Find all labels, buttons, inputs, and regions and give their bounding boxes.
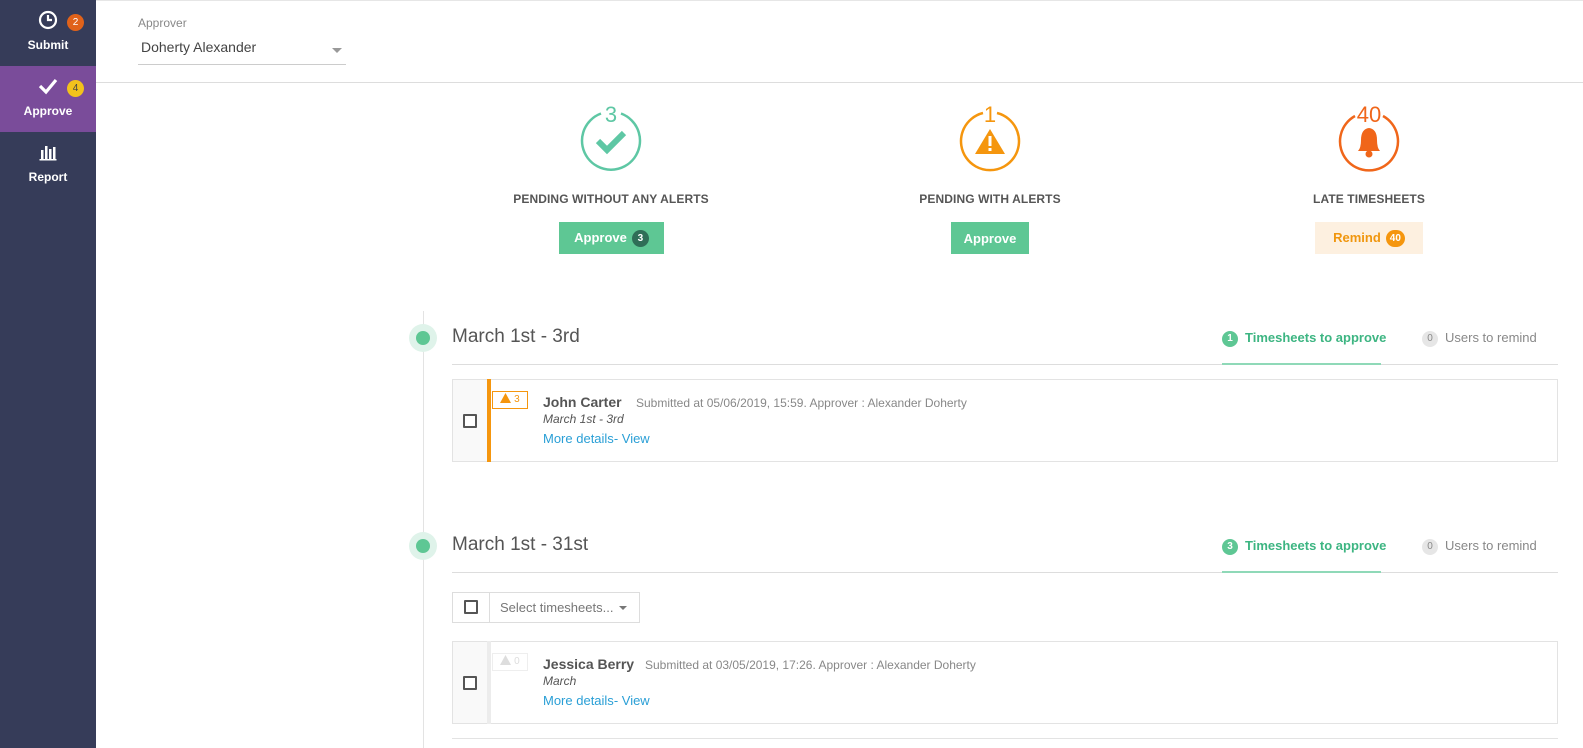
check-icon [38, 78, 58, 95]
approve-count-pill: 3 [631, 229, 649, 247]
late-title: LATE TIMESHEETS [1313, 192, 1425, 206]
approve-alerts-button[interactable]: Approve [951, 222, 1029, 254]
timesheet-period: March 1st - 3rd [543, 412, 624, 426]
alert-bar [487, 641, 491, 724]
alert-bar [487, 379, 491, 462]
select-timesheets-dropdown[interactable]: Select timesheets... [500, 600, 613, 615]
chevron-down-icon [332, 48, 342, 53]
tab-label: Timesheets to approve [1245, 538, 1387, 553]
row-check-column [453, 380, 488, 461]
pending-alerts-title: PENDING WITH ALERTS [919, 192, 1061, 206]
pending-no-alerts-count: 3 [604, 102, 618, 127]
row-checkbox[interactable] [463, 676, 477, 690]
alert-count: 3 [514, 394, 520, 405]
remind-count-pill: 40 [1385, 229, 1405, 247]
approve-all-button[interactable]: Approve 3 [559, 222, 664, 254]
approve-button-label: Approve [963, 230, 1017, 246]
approver-value: Doherty Alexander [141, 39, 257, 55]
row-links: More details- View [543, 431, 650, 446]
tab-count: 1 [1222, 331, 1238, 347]
sidebar-item-label: Approve [23, 104, 73, 118]
remind-button-label: Remind [1333, 229, 1381, 245]
row-links: More details- View [543, 693, 650, 708]
bulk-check-area [453, 593, 490, 622]
active-tab-underline [1222, 571, 1381, 573]
header: Approver Doherty Alexander [96, 0, 1583, 83]
tab-users-to-remind[interactable]: 0 Users to remind [1422, 538, 1537, 555]
sidebar-item-label: Submit [27, 38, 69, 52]
late-count: 40 [1356, 102, 1382, 127]
tab-users-to-remind[interactable]: 0 Users to remind [1422, 330, 1537, 347]
tab-timesheets-to-approve[interactable]: 1 Timesheets to approve [1222, 330, 1386, 347]
warning-icon [500, 655, 512, 665]
submission-meta: Submitted at 03/05/2019, 17:26. Approver… [645, 658, 976, 672]
employee-name: John Carter [543, 394, 622, 410]
tab-count: 0 [1422, 331, 1438, 347]
sidebar: 2 Submit 4 Approve Report [0, 0, 96, 748]
approve-badge: 4 [67, 80, 84, 97]
sidebar-item-approve[interactable]: 4 Approve [0, 66, 96, 132]
approver-label: Approver [138, 16, 187, 30]
period-title: March 1st - 31st [452, 534, 589, 555]
alert-badge: 0 [492, 653, 528, 671]
row-check-column [453, 642, 488, 723]
bulk-select: Select timesheets... [452, 592, 640, 623]
next-row-edge [452, 738, 1558, 748]
period-title: March 1st - 3rd [452, 326, 580, 347]
more-details-link[interactable]: More details [543, 693, 614, 708]
tab-count: 3 [1222, 539, 1238, 555]
chevron-down-icon [619, 606, 627, 610]
employee-name: Jessica Berry [543, 656, 635, 672]
submit-badge: 2 [67, 14, 84, 31]
bar-chart-icon [39, 146, 57, 161]
timesheet-row: 0 Jessica Berry Submitted at 03/05/2019,… [452, 641, 1558, 724]
tab-count: 0 [1422, 539, 1438, 555]
timeline-dot [409, 532, 437, 560]
more-details-link[interactable]: More details [543, 431, 614, 446]
select-all-checkbox[interactable] [464, 600, 478, 614]
tab-label: Users to remind [1445, 330, 1537, 345]
timesheet-period: March [543, 674, 577, 688]
divider [452, 364, 1558, 365]
pending-no-alerts-title: PENDING WITHOUT ANY ALERTS [513, 192, 709, 206]
approve-button-label: Approve [574, 229, 627, 245]
sidebar-item-submit[interactable]: 2 Submit [0, 0, 96, 66]
active-tab-underline [1222, 363, 1381, 365]
alert-badge: 3 [492, 391, 528, 409]
warning-icon [500, 393, 512, 403]
tab-label: Timesheets to approve [1245, 330, 1387, 345]
view-link[interactable]: - View [614, 693, 650, 708]
timesheet-row: 3 John Carter Submitted at 05/06/2019, 1… [452, 379, 1558, 462]
pending-alerts-count: 1 [983, 102, 997, 127]
remind-button[interactable]: Remind 40 [1315, 222, 1423, 254]
sidebar-item-report[interactable]: Report [0, 132, 96, 198]
submission-meta: Submitted at 05/06/2019, 15:59. Approver… [636, 396, 967, 410]
sidebar-item-label: Report [28, 170, 68, 184]
approver-select[interactable]: Doherty Alexander [138, 39, 346, 65]
tab-label: Users to remind [1445, 538, 1537, 553]
row-checkbox[interactable] [463, 414, 477, 428]
divider [452, 572, 1558, 573]
timeline-dot [409, 324, 437, 352]
timeline-line [423, 311, 424, 748]
view-link[interactable]: - View [614, 431, 650, 446]
alert-count: 0 [514, 656, 520, 667]
tab-timesheets-to-approve[interactable]: 3 Timesheets to approve [1222, 538, 1386, 555]
clock-icon [38, 10, 58, 30]
